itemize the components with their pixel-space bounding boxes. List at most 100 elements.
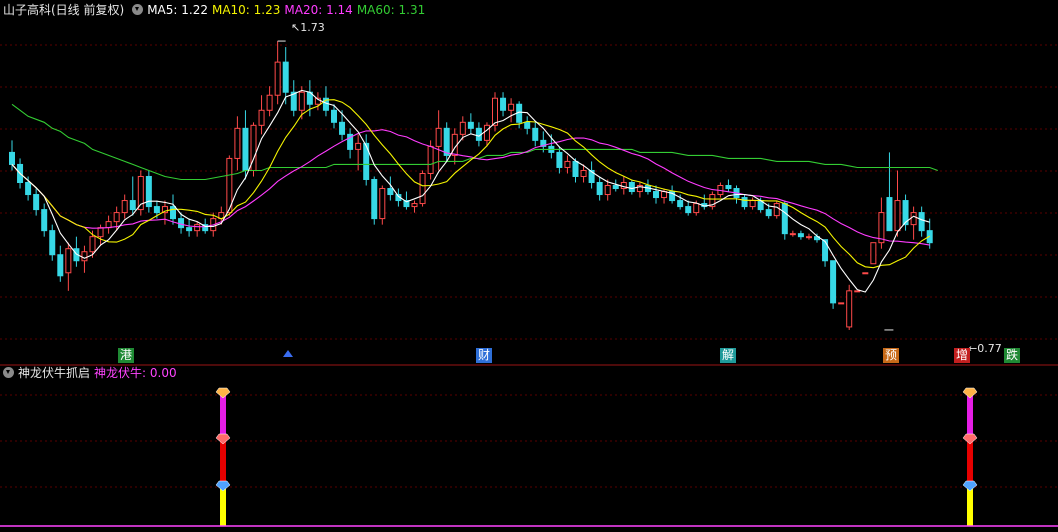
- candle-body: [830, 260, 837, 304]
- candle-body: [419, 172, 426, 205]
- candle-body: [105, 221, 112, 229]
- dropdown-icon[interactable]: [132, 4, 144, 15]
- max-price-label: ↖1.73: [291, 21, 325, 34]
- indicator-value: 神龙伏牛: 0.00: [94, 366, 177, 380]
- candle-body: [854, 290, 861, 293]
- candle-body: [234, 127, 241, 159]
- event-label-increase[interactable]: 增: [954, 348, 971, 363]
- min-price-label: ←0.77: [968, 342, 1002, 355]
- candle-body: [331, 109, 337, 123]
- candle-body: [242, 127, 249, 171]
- candle-body: [500, 97, 507, 111]
- stock-chart: [0, 0, 1058, 532]
- candle-body: [41, 209, 48, 232]
- candle-body: [612, 185, 619, 190]
- candle-body: [604, 185, 611, 196]
- candle-body: [564, 160, 571, 168]
- candle-body: [33, 194, 40, 211]
- indicator-title: 神龙伏牛抓启: [18, 366, 91, 380]
- candle-body: [371, 178, 378, 220]
- candle-body: [435, 127, 442, 147]
- candle-body: [113, 212, 120, 223]
- candle-body: [97, 227, 104, 238]
- candle-body: [797, 233, 804, 238]
- min-price-value: 0.77: [977, 342, 1002, 355]
- ma10-label: MA10: 1.23: [211, 3, 281, 17]
- candle-body: [870, 242, 877, 265]
- candle-body: [693, 203, 700, 214]
- candle-body: [65, 248, 72, 274]
- candle-body: [492, 97, 498, 126]
- candle-body: [749, 200, 756, 208]
- candle-body: [194, 224, 201, 232]
- candle-body: [121, 200, 128, 214]
- event-label-drop[interactable]: 跌: [1004, 348, 1021, 363]
- event-label-forecast[interactable]: 预: [883, 348, 900, 363]
- dropdown-icon[interactable]: [3, 367, 14, 378]
- candle-body: [483, 124, 490, 141]
- main-header: 山子高科(日线 前复权) MA5: 1.22 MA10: 1.23 MA20: 1.1…: [3, 1, 429, 19]
- event-label-unlock[interactable]: 解: [720, 348, 737, 363]
- signal-bar-magenta: [220, 394, 226, 438]
- candle-body: [81, 251, 88, 262]
- event-label-finance[interactable]: 财: [476, 348, 493, 363]
- max-arrow-icon: ↖: [291, 21, 301, 34]
- candle-body: [25, 182, 32, 196]
- candle-body: [685, 206, 692, 214]
- candle-body: [741, 197, 748, 208]
- candle-body: [9, 151, 15, 165]
- candle-body: [427, 145, 434, 174]
- candle-body: [89, 236, 96, 253]
- candle-body: [57, 254, 64, 277]
- candle-body: [556, 151, 563, 168]
- signal-bar-red: [967, 438, 973, 485]
- candle-body: [379, 188, 386, 220]
- candle-body: [918, 212, 925, 232]
- ma5-label: MA5: 1.22: [147, 3, 208, 17]
- candle-body: [894, 200, 901, 232]
- candle-body: [822, 239, 829, 262]
- indicator-header: 神龙伏牛抓启 神龙伏牛: 0.00: [3, 364, 181, 382]
- candle-body: [805, 236, 812, 239]
- candle-body: [677, 200, 684, 208]
- ma60-label: MA60: 1.31: [356, 3, 426, 17]
- signal-bar-red: [220, 438, 226, 485]
- candle-body: [862, 272, 869, 275]
- candle-body: [910, 212, 917, 226]
- candle-body: [274, 61, 281, 96]
- candle-body: [170, 206, 176, 220]
- candle-body: [524, 121, 531, 129]
- candle-body: [765, 209, 772, 217]
- candle-body: [532, 127, 539, 141]
- candle-body: [508, 103, 515, 111]
- candle-body: [282, 61, 289, 93]
- candle-body: [355, 142, 362, 150]
- candle-body: [572, 160, 579, 177]
- candle-body: [838, 302, 845, 305]
- max-price-value: 1.73: [300, 21, 325, 34]
- event-marker-icon[interactable]: [283, 350, 293, 357]
- candle-body: [580, 169, 587, 177]
- candle-body: [258, 109, 265, 126]
- candle-body: [781, 203, 788, 235]
- candle-body: [467, 121, 474, 129]
- ma20-label: MA20: 1.14: [284, 3, 353, 17]
- candle-body: [411, 203, 418, 208]
- event-label-hk[interactable]: 港: [118, 348, 135, 363]
- candle-body: [266, 94, 273, 111]
- candle-body: [339, 121, 346, 135]
- candle-body: [846, 290, 853, 328]
- signal-bar-magenta: [967, 394, 973, 438]
- candle-body: [725, 185, 732, 190]
- candle-body: [459, 121, 466, 135]
- candle-body: [298, 91, 305, 111]
- candle-body: [387, 188, 394, 196]
- candle-body: [653, 191, 659, 199]
- candle-body: [886, 197, 893, 232]
- stock-title: 山子高科(日线 前复权): [3, 3, 125, 17]
- candle-body: [596, 182, 603, 196]
- candle-body: [186, 227, 193, 232]
- candle-body: [153, 206, 160, 214]
- candle-body: [628, 182, 635, 193]
- candle-body: [129, 200, 136, 211]
